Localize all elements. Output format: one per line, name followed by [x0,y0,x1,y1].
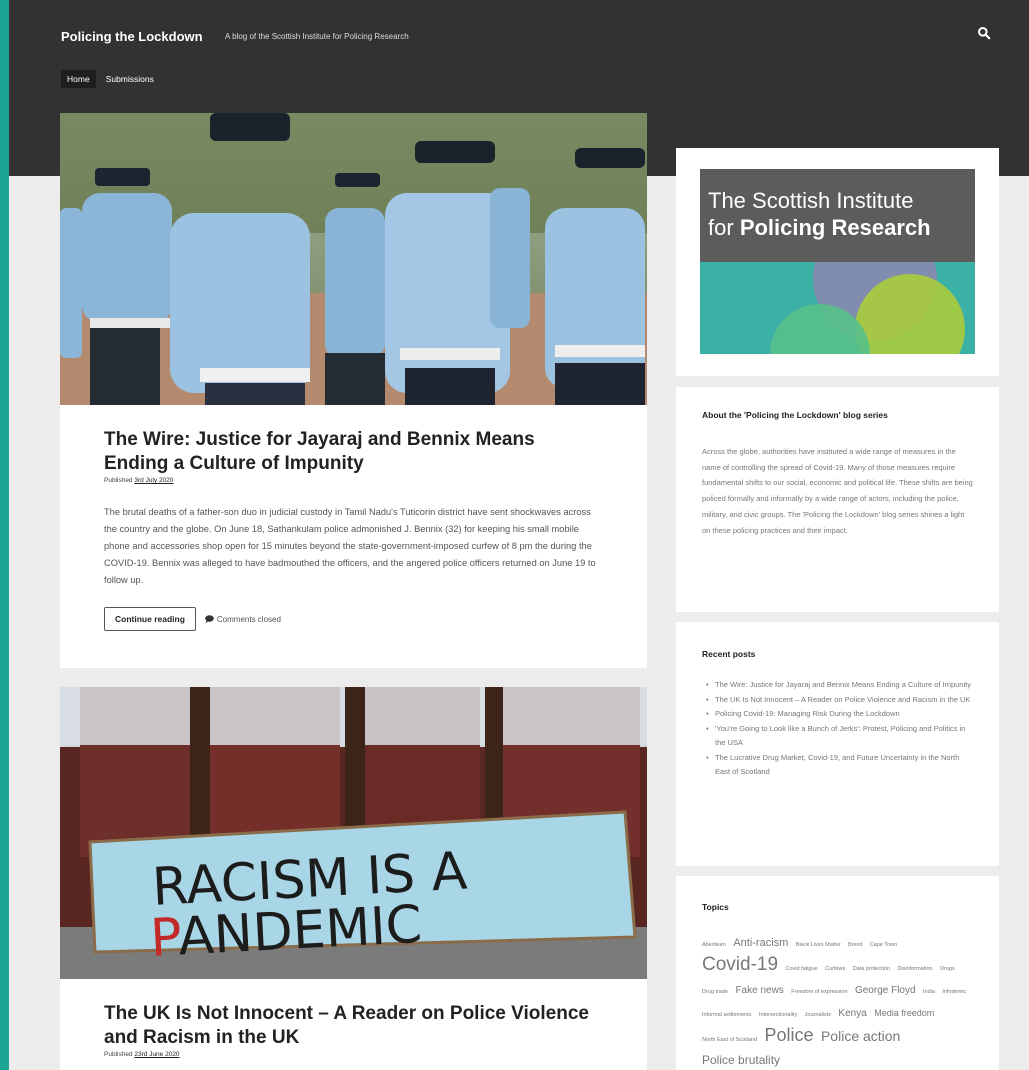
nav-item-home[interactable]: Home [61,70,96,88]
recent-posts-widget: Recent posts The Wire: Justice for Jayar… [676,622,999,866]
topic-tag[interactable]: Police action [821,1028,900,1044]
comments-label: Comments closed [216,614,281,624]
site-tagline: A blog of the Scottish Institute for Pol… [225,32,409,41]
comment-bubble-icon [205,615,214,623]
topic-tag[interactable]: Intersectionality [759,1012,797,1018]
post-date[interactable]: 3rd July 2020 [134,477,173,484]
tag-cloud: Aberdeen Anti-racism Black Lives Matter … [702,932,977,1070]
about-widget: About the 'Policing the Lockdown' blog s… [676,387,999,612]
topic-tag[interactable]: India [923,989,935,995]
topic-tag[interactable]: Drugs [940,966,955,972]
topic-tag[interactable]: Covid-19 [702,954,778,975]
about-widget-title: About the 'Policing the Lockdown' blog s… [702,410,888,420]
recent-post-link[interactable]: The UK Is Not Innocent – A Reader on Pol… [706,693,976,708]
topic-tag[interactable]: Disinformation [897,966,932,972]
topic-tag[interactable]: Freedom of expression [791,989,847,995]
topic-tag[interactable]: Covid fatigue [786,966,818,972]
post-title[interactable]: The Wire: Justice for Jayaraj and Bennix… [104,428,603,476]
about-text: Across the globe, authorities have insti… [702,447,973,535]
topic-tag[interactable]: Data protection [853,966,890,972]
topic-tag[interactable]: Infodemic [942,989,966,995]
recent-post-link[interactable]: The Wire: Justice for Jayaraj and Bennix… [706,678,976,693]
topic-tag[interactable]: Fake news [735,985,783,996]
sign-text-line2: ANDEMIC [177,895,424,968]
post-featured-image[interactable] [60,113,647,405]
main-nav: Home Submissions [61,70,160,88]
topic-tag[interactable]: Brexit [848,942,862,948]
continue-reading-button[interactable]: Continue reading [104,607,196,631]
topic-tag[interactable]: Journalists [805,1012,831,1018]
post-card: The Wire: Justice for Jayaraj and Bennix… [60,113,647,668]
recent-post-link[interactable]: 'You're Going to Look like a Bunch of Je… [706,722,976,751]
post-excerpt: The brutal deaths of a father-son duo in… [104,507,596,585]
topic-tag[interactable]: Cape Town [870,942,897,948]
sidebar-logo-widget: The Scottish Institute for Policing Rese… [676,148,999,376]
topic-tag[interactable]: Aberdeen [702,942,726,948]
topic-tag[interactable]: Anti-racism [733,937,788,949]
topic-tag[interactable]: Drug trade [702,989,728,995]
topic-tag[interactable]: George Floyd [855,985,916,996]
topic-tag[interactable]: Kenya [838,1008,866,1019]
logo-line2-prefix: for [708,215,734,240]
post-meta: Published 23rd June 2020 [104,1051,603,1058]
topic-tag[interactable]: Media freedom [874,1008,934,1018]
topics-title: Topics [702,902,729,912]
recent-posts-title: Recent posts [702,649,756,659]
logo-line1: The Scottish Institute [708,188,914,213]
topic-tag[interactable]: Police [764,1025,813,1045]
topics-widget: Topics Aberdeen Anti-racism Black Lives … [676,876,999,1070]
post-title[interactable]: The UK Is Not Innocent – A Reader on Pol… [104,1002,603,1050]
post-card: RACISM IS A PANDEMIC The UK Is Not Innoc… [60,687,647,1070]
post-date[interactable]: 23rd June 2020 [134,1051,179,1058]
search-icon[interactable] [977,26,991,40]
recent-post-link[interactable]: The Lucrative Drug Market, Covid-19, and… [706,751,976,780]
topic-tag[interactable]: Informal settlements [702,1012,752,1018]
left-accent-stripe [0,0,9,1070]
comments-status: Comments closed [205,615,281,624]
recent-post-link[interactable]: Policing Covid-19: Managing Risk During … [706,707,976,722]
site-title[interactable]: Policing the Lockdown [61,29,203,44]
topic-tag[interactable]: North East of Scotland [702,1037,757,1043]
logo-line2-bold: Policing Research [739,215,931,240]
post-meta: Published 3rd July 2020 [104,477,603,484]
topic-tag[interactable]: Curfews [825,966,845,972]
topic-tag[interactable]: Black Lives Matter [796,942,841,948]
post-featured-image[interactable]: RACISM IS A PANDEMIC [60,687,647,979]
sipr-logo[interactable]: The Scottish Institute for Policing Rese… [700,169,975,354]
published-label: Published [104,1051,133,1058]
recent-posts-list: The Wire: Justice for Jayaraj and Bennix… [706,678,976,780]
nav-item-submissions[interactable]: Submissions [100,70,160,88]
published-label: Published [104,477,133,484]
topic-tag[interactable]: Police brutality [702,1053,780,1067]
